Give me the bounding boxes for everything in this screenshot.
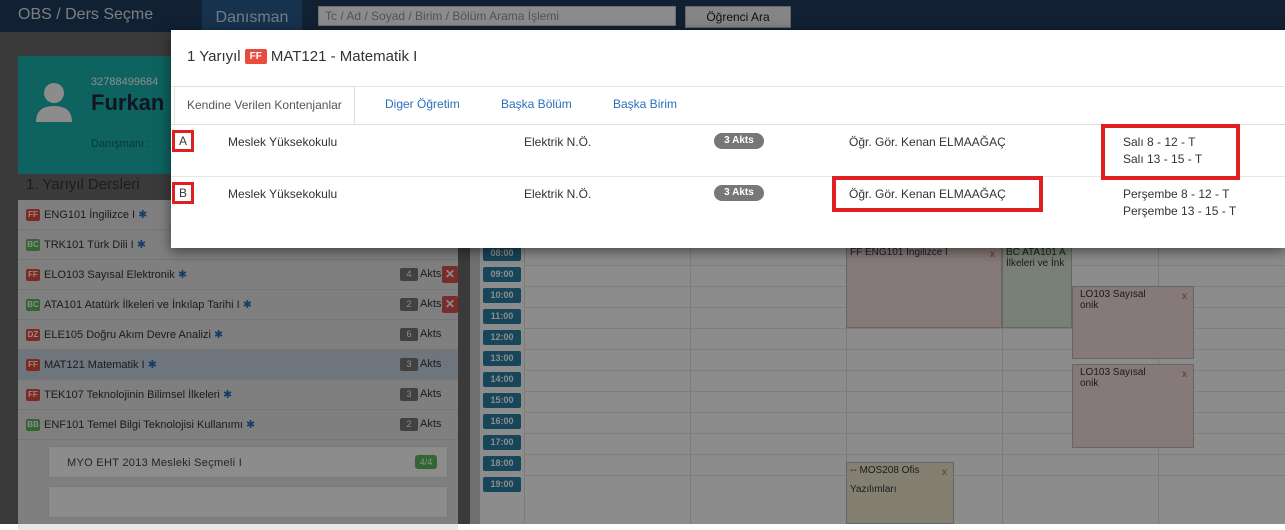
akts-badge: 3 Akts	[714, 133, 764, 149]
section-tabs: Kendine Verilen Kontenjanlar Diger Öğret…	[171, 86, 1285, 125]
tab-baska-bolum[interactable]: Başka Bölüm	[489, 86, 584, 124]
akts-badge: 3 Akts	[714, 185, 764, 201]
time-slot: Perşembe 8 - 12 - T	[1123, 187, 1230, 201]
program-name: Elektrik N.Ö.	[524, 187, 592, 201]
tab-kendine-verilen[interactable]: Kendine Verilen Kontenjanlar	[174, 86, 355, 124]
section-letter[interactable]: B	[172, 182, 194, 204]
school-name: Meslek Yüksekokulu	[228, 187, 338, 201]
program-name: Elektrik N.Ö.	[524, 135, 592, 149]
instructor-name: Öğr. Gör. Kenan ELMAAĞAÇ	[849, 135, 1006, 149]
school-name: Meslek Yüksekokulu	[228, 135, 338, 149]
tab-diger-ogretim[interactable]: Diger Öğretim	[373, 86, 472, 124]
section-row[interactable]: A Meslek Yüksekokulu Elektrik N.Ö. 3 Akt…	[171, 124, 1285, 180]
instructor-name: Öğr. Gör. Kenan ELMAAĞAÇ	[849, 187, 1006, 201]
section-letter[interactable]: A	[172, 130, 194, 152]
tab-baska-birim[interactable]: Başka Birim	[601, 86, 689, 124]
course-type-badge: FF	[244, 49, 267, 64]
time-slot: Salı 13 - 15 - T	[1123, 152, 1203, 166]
time-slot: Perşembe 13 - 15 - T	[1123, 204, 1237, 218]
time-slot: Salı 8 - 12 - T	[1123, 135, 1196, 149]
modal-title: 1 Yarıyıl FF MAT121 - Matematik I	[187, 48, 418, 65]
section-row[interactable]: B Meslek Yüksekokulu Elektrik N.Ö. 3 Akt…	[171, 176, 1285, 228]
course-section-modal: 1 Yarıyıl FF MAT121 - Matematik I Kendin…	[171, 30, 1285, 248]
